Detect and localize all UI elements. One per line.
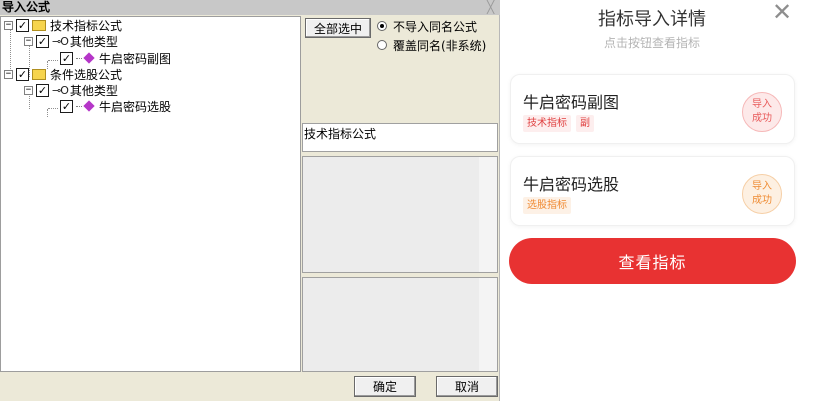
tree-node-tech-formula[interactable]: − ✓ 技术指标公式 <box>4 17 122 33</box>
tree-node-label: 技术指标公式 <box>50 18 123 33</box>
tree-connector <box>76 57 82 59</box>
tree-node-label: 条件选股公式 <box>50 67 123 82</box>
tree-connector <box>47 109 48 117</box>
import-detail-subtitle: 点击按钮查看指标 <box>603 36 700 50</box>
scrollbar[interactable] <box>479 278 497 371</box>
stamp-line: 导入 <box>752 181 772 192</box>
tree-node-label: 牛启密码选股 <box>99 99 172 114</box>
collapse-icon[interactable]: − <box>24 85 33 95</box>
dialog-title: 导入公式 <box>2 0 51 14</box>
collapse-icon[interactable]: − <box>4 20 13 30</box>
formula-gem-icon <box>83 100 95 112</box>
checkbox[interactable]: ✓ <box>36 83 49 97</box>
formula-gem-icon <box>83 52 95 64</box>
tree-node-other-type[interactable]: − ✓ ⊸O 其他类型 <box>24 33 118 49</box>
tree-node-label: 其他类型 <box>69 34 118 49</box>
key-icon: ⊸O <box>52 83 69 97</box>
ok-button[interactable]: 确定 <box>354 376 416 397</box>
collapse-icon[interactable]: − <box>24 36 33 46</box>
description-panel <box>302 156 498 273</box>
tag-list: 技术指标 副 <box>523 115 594 132</box>
tree-connector <box>48 108 58 109</box>
dialog-close-icon[interactable]: ╳ <box>487 0 494 14</box>
tag-list: 选股指标 <box>523 197 571 214</box>
checkbox[interactable]: ✓ <box>60 51 73 65</box>
tag: 选股指标 <box>523 197 571 214</box>
key-icon: ⊸O <box>52 34 69 48</box>
tree-node-label: 牛启密码副图 <box>99 51 172 66</box>
radio-selected-icon[interactable] <box>377 21 387 31</box>
folder-icon <box>32 68 46 80</box>
formula-info-box: 技术指标公式 <box>302 123 498 152</box>
tag: 技术指标 <box>523 115 571 132</box>
tree-node-label: 其他类型 <box>69 83 118 98</box>
option-label: 覆盖同名(非系统) <box>393 38 487 53</box>
stamp-line: 成功 <box>752 113 772 124</box>
checkbox[interactable]: ✓ <box>16 18 29 32</box>
import-formula-dialog: 导入公式 ╳ − ✓ 技术指标公式 − ✓ ⊸O 其他类型 ✓ 牛启密码副图 −… <box>0 0 500 401</box>
import-result-card: 牛启密码副图 技术指标 副 导入 成功 <box>510 74 795 144</box>
import-success-stamp: 导入 成功 <box>742 92 782 132</box>
indicator-name: 牛启密码副图 <box>523 93 620 112</box>
folder-icon <box>32 19 46 31</box>
cancel-button[interactable]: 取消 <box>436 376 498 397</box>
import-detail-title: 指标导入详情 <box>598 9 706 30</box>
close-icon[interactable]: ✕ <box>772 0 792 24</box>
scrollbar[interactable] <box>479 157 497 272</box>
dialog-titlebar: 导入公式 ╳ <box>0 0 500 15</box>
checkbox[interactable]: ✓ <box>36 34 49 48</box>
tree-connector <box>76 105 82 107</box>
checkbox[interactable]: ✓ <box>16 67 29 81</box>
radio-icon[interactable] <box>377 40 387 50</box>
detail-panel <box>302 277 498 372</box>
option-label: 不导入同名公式 <box>393 19 478 34</box>
indicator-name: 牛启密码选股 <box>523 175 620 194</box>
stamp-line: 成功 <box>752 195 772 206</box>
tag: 副 <box>576 115 594 132</box>
tree-node-stock-screen-formula[interactable]: − ✓ 条件选股公式 <box>4 66 122 82</box>
tree-node-fuqi-screener[interactable]: ✓ 牛启密码选股 <box>60 98 171 114</box>
option-skip-duplicate[interactable]: 不导入同名公式 <box>377 18 477 34</box>
tree-node-fuqi-subchart[interactable]: ✓ 牛启密码副图 <box>60 50 171 66</box>
checkbox[interactable]: ✓ <box>60 99 73 113</box>
import-success-stamp: 导入 成功 <box>742 174 782 214</box>
formula-tree: − ✓ 技术指标公式 − ✓ ⊸O 其他类型 ✓ 牛启密码副图 − ✓ 条件选股… <box>0 16 301 372</box>
view-indicators-button[interactable]: 查看指标 <box>509 238 796 284</box>
import-result-card: 牛启密码选股 选股指标 导入 成功 <box>510 156 795 226</box>
collapse-icon[interactable]: − <box>4 69 13 79</box>
tree-node-other-type[interactable]: − ✓ ⊸O 其他类型 <box>24 82 118 98</box>
option-overwrite-duplicate[interactable]: 覆盖同名(非系统) <box>377 37 486 53</box>
stamp-line: 导入 <box>752 99 772 110</box>
select-all-button[interactable]: 全部选中 <box>305 18 371 38</box>
tree-connector <box>48 60 58 61</box>
